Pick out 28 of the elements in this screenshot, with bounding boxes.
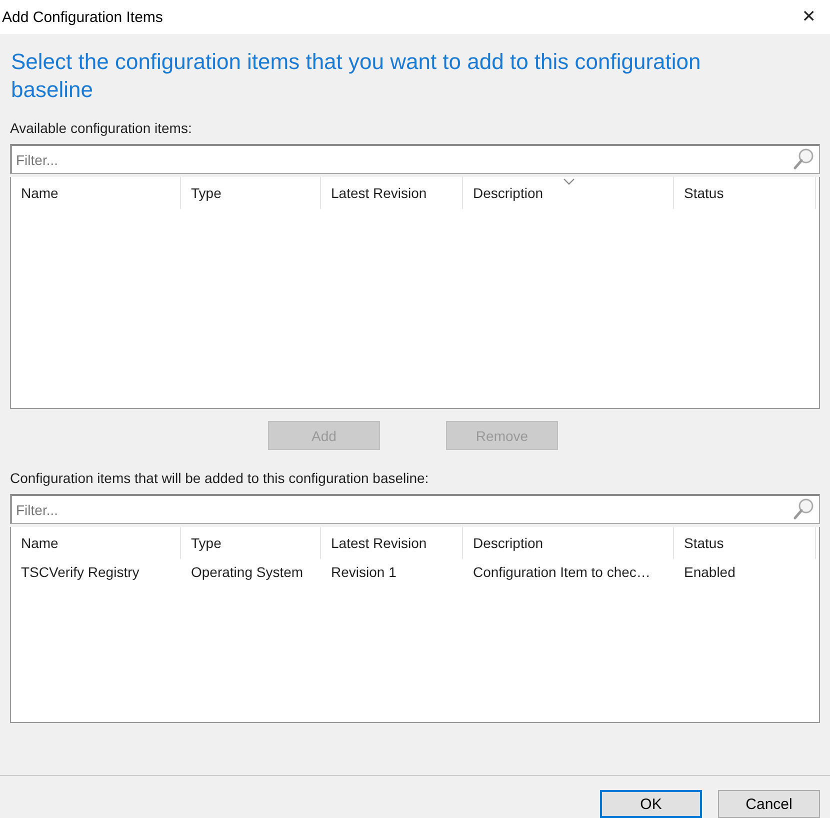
column-header[interactable]: Status (674, 177, 816, 209)
column-header[interactable]: Name (11, 177, 181, 209)
column-header[interactable]: Description (463, 527, 674, 559)
list-row[interactable]: TSCVerify Registry Operating System Revision 1 Configuration Item to chec… Enabled (11, 559, 819, 585)
column-header[interactable]: Name (11, 527, 181, 559)
column-header[interactable]: Type (181, 527, 321, 559)
column-header[interactable]: Latest Revision (321, 527, 463, 559)
ok-button[interactable]: OK (600, 790, 702, 818)
search-icon (793, 148, 815, 170)
close-button[interactable]: ✕ (792, 3, 826, 31)
section-label: Available configuration items: (10, 120, 193, 136)
table-cell-text: Revision 1 (330, 563, 398, 582)
search-icon (793, 498, 815, 520)
table-cell-text: TSCVerify Registry (20, 563, 140, 582)
filter-field[interactable]: Filter... (10, 494, 820, 524)
column-header[interactable]: Type (181, 177, 321, 209)
window-title: Add Configuration Items (1, 8, 163, 26)
column-header[interactable]: Latest Revision (321, 177, 463, 209)
table-cell-text: Enabled (683, 563, 736, 582)
table-cell-text: Operating System (190, 563, 304, 582)
filter-field[interactable]: Filter... (10, 144, 820, 174)
table-cell-text: Configuration Item to chec… (472, 563, 652, 582)
dialog-heading: Select the configuration items that you want to add to this configuration baseline (10, 48, 702, 104)
column-header[interactable]: Status (674, 527, 816, 559)
section-label: Configuration items that will be added to this configuration baseline: (10, 470, 430, 486)
sort-caret-icon (563, 178, 575, 185)
cancel-button[interactable]: Cancel (718, 790, 820, 818)
column-header[interactable]: Description (463, 177, 674, 209)
